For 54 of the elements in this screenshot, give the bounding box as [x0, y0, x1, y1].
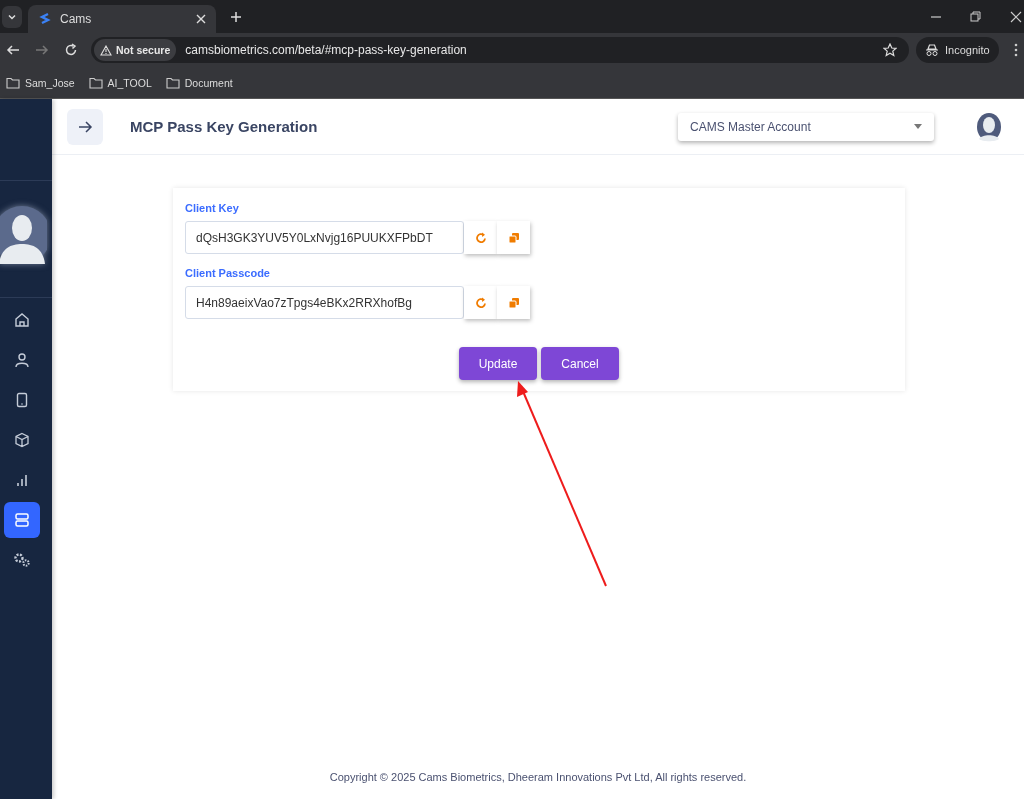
input-field[interactable]: dQsH3GK3YUV5Y0LxNvjg16PUUKXFPbDT	[185, 221, 464, 254]
folder-icon	[6, 76, 20, 89]
tab-search-button[interactable]	[2, 5, 22, 28]
close-window-icon[interactable]	[1010, 10, 1022, 23]
input-field[interactable]: H4n89aeixVao7zTpgs4eBKx2RRXhofBg	[185, 286, 464, 319]
field-label: Client Key	[185, 202, 240, 214]
refresh-icon	[474, 296, 487, 309]
arrow-right-icon	[77, 118, 93, 135]
forward-icon[interactable]	[35, 43, 49, 57]
folder-icon	[165, 76, 180, 89]
user-avatar-icon[interactable]	[976, 111, 1002, 142]
field-label: Client Passcode	[185, 267, 271, 279]
user-icon	[14, 352, 30, 368]
warning-icon	[100, 44, 112, 56]
close-icon[interactable]	[196, 14, 206, 24]
refresh-icon	[474, 231, 487, 244]
logo-icon	[38, 12, 52, 26]
gears-icon	[13, 552, 31, 568]
new-tab-icon[interactable]	[230, 10, 242, 23]
bookmark-star-icon[interactable]	[883, 43, 897, 57]
regenerate-button[interactable]	[464, 286, 497, 319]
update-button[interactable]: Update	[459, 347, 537, 380]
bookmark-folder[interactable]: Document	[165, 76, 233, 89]
bookmark-folder[interactable]: Sam_Jose	[6, 76, 75, 89]
sidebar-nav-item[interactable]	[4, 502, 40, 538]
account-select[interactable]: CAMS Master Account	[678, 112, 934, 141]
incognito-icon	[925, 43, 939, 57]
bookmark-folder[interactable]: AI_TOOL	[88, 76, 152, 89]
restore-icon[interactable]	[970, 10, 982, 23]
page-title: MCP Pass Key Generation	[130, 118, 319, 135]
copy-button[interactable]	[497, 286, 530, 319]
address-bar[interactable]: Not secure camsbiometrics.com/beta/#mcp-pass-key-generation	[91, 37, 909, 63]
caret-icon	[914, 124, 922, 129]
avatar-silhouette-icon	[0, 206, 47, 264]
sidebar-toggle-button[interactable]	[67, 108, 103, 145]
bar-chart-icon	[14, 472, 30, 488]
regenerate-button[interactable]	[464, 221, 497, 254]
folder-icon	[88, 76, 103, 89]
security-chip[interactable]: Not secure	[94, 39, 177, 61]
url-text: camsbiometrics.com/beta/#mcp-pass-key-generation	[185, 43, 467, 57]
server-icon	[14, 512, 30, 528]
copy-icon	[507, 231, 520, 244]
copyright-text: Copyright © 2025 Cams Biometrics, Dheeram Innovations Pvt Ltd, All rights reserved.	[329, 771, 747, 783]
reload-icon[interactable]	[64, 43, 78, 57]
tablet-icon	[14, 392, 30, 408]
copy-icon	[507, 296, 520, 309]
back-icon[interactable]	[6, 43, 20, 57]
cancel-button[interactable]: Cancel	[541, 347, 619, 380]
home-icon	[14, 312, 30, 328]
copy-button[interactable]	[497, 221, 530, 254]
menu-icon[interactable]	[1013, 43, 1018, 57]
browser-tab[interactable]: Cams	[28, 5, 216, 33]
incognito-chip[interactable]: Incognito	[916, 37, 999, 63]
cube-icon	[14, 432, 30, 448]
